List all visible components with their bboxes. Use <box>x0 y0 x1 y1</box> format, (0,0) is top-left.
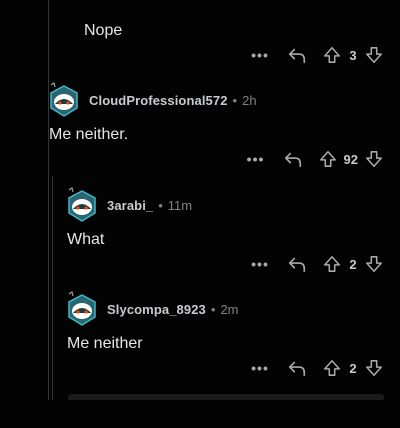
thread-line[interactable] <box>52 176 53 400</box>
comment-author[interactable]: 3arabi_ <box>107 198 153 213</box>
avatar[interactable] <box>48 82 80 118</box>
more-dots-icon: ••• <box>246 151 265 167</box>
upvote-arrow-icon <box>319 151 336 167</box>
partial-avatar <box>84 0 114 2</box>
upvote-button[interactable] <box>318 149 338 169</box>
downvote-button[interactable] <box>364 149 384 169</box>
more-options-button[interactable]: ••• <box>248 47 272 63</box>
comment-header: Slycompa_8923 • 2m <box>66 289 239 329</box>
avatar[interactable] <box>66 187 98 223</box>
comment-body: What <box>67 231 105 248</box>
comment-body: Me neither. <box>49 126 129 143</box>
vote-score: 92 <box>343 151 358 167</box>
comment-actions: ••• 92 <box>244 147 384 171</box>
upvote-button[interactable] <box>322 45 342 65</box>
comment-header: 3arabi_ • 11m <box>66 185 192 225</box>
comment-author[interactable]: Slycompa_8923 <box>107 302 206 317</box>
reply-arrow-icon <box>288 48 306 64</box>
comment-actions: ••• 3 <box>248 43 384 67</box>
thread-line[interactable] <box>48 0 49 400</box>
reply-button[interactable] <box>282 148 304 170</box>
comment-body: Me neither <box>67 335 143 352</box>
comment-actions: ••• 2 <box>248 252 384 276</box>
downvote-button[interactable] <box>364 358 384 378</box>
downvote-arrow-icon <box>366 47 382 63</box>
separator-dot: • <box>232 92 238 108</box>
more-dots-icon: ••• <box>251 360 269 376</box>
upvote-arrow-icon <box>324 360 340 376</box>
snoo-avatar-icon <box>68 291 96 326</box>
vote-score: 3 <box>349 47 357 63</box>
reply-button[interactable] <box>286 357 308 379</box>
comment-time: 2h <box>242 92 257 108</box>
reply-arrow-icon <box>284 152 301 168</box>
comment-time: 2m <box>220 301 239 317</box>
downvote-button[interactable] <box>364 45 384 65</box>
comment-body: Nope <box>84 22 123 39</box>
more-options-button[interactable]: ••• <box>244 151 268 167</box>
separator-dot: • <box>158 197 163 213</box>
vote-score: 2 <box>349 360 357 376</box>
bottom-bar <box>0 400 400 428</box>
more-options-button[interactable]: ••• <box>248 360 272 376</box>
reply-button[interactable] <box>286 44 308 66</box>
comment-time: 11m <box>167 197 193 213</box>
downvote-arrow-icon <box>366 151 382 167</box>
upvote-arrow-icon <box>324 47 340 63</box>
downvote-arrow-icon <box>366 256 382 272</box>
snoo-avatar-icon <box>50 82 78 117</box>
vote-score: 2 <box>349 256 357 272</box>
more-options-button[interactable]: ••• <box>248 256 272 272</box>
comment-header: CloudProfessional572 • 2h <box>48 80 257 120</box>
comment-author[interactable]: CloudProfessional572 <box>89 93 228 108</box>
more-dots-icon: ••• <box>251 47 269 63</box>
reply-arrow-icon <box>288 257 306 273</box>
upvote-arrow-icon <box>324 256 340 272</box>
reply-button[interactable] <box>286 253 308 275</box>
comment-thread: Nope ••• 3 CloudProfessional572 • 2h Me … <box>0 0 400 428</box>
upvote-button[interactable] <box>322 254 342 274</box>
comment-actions: ••• 2 <box>248 356 384 380</box>
avatar[interactable] <box>66 291 98 327</box>
downvote-arrow-icon <box>366 360 382 376</box>
reply-arrow-icon <box>288 361 306 377</box>
downvote-button[interactable] <box>364 254 384 274</box>
snoo-avatar-icon <box>68 187 96 222</box>
more-dots-icon: ••• <box>251 256 269 272</box>
separator-dot: • <box>210 301 216 317</box>
upvote-button[interactable] <box>322 358 342 378</box>
